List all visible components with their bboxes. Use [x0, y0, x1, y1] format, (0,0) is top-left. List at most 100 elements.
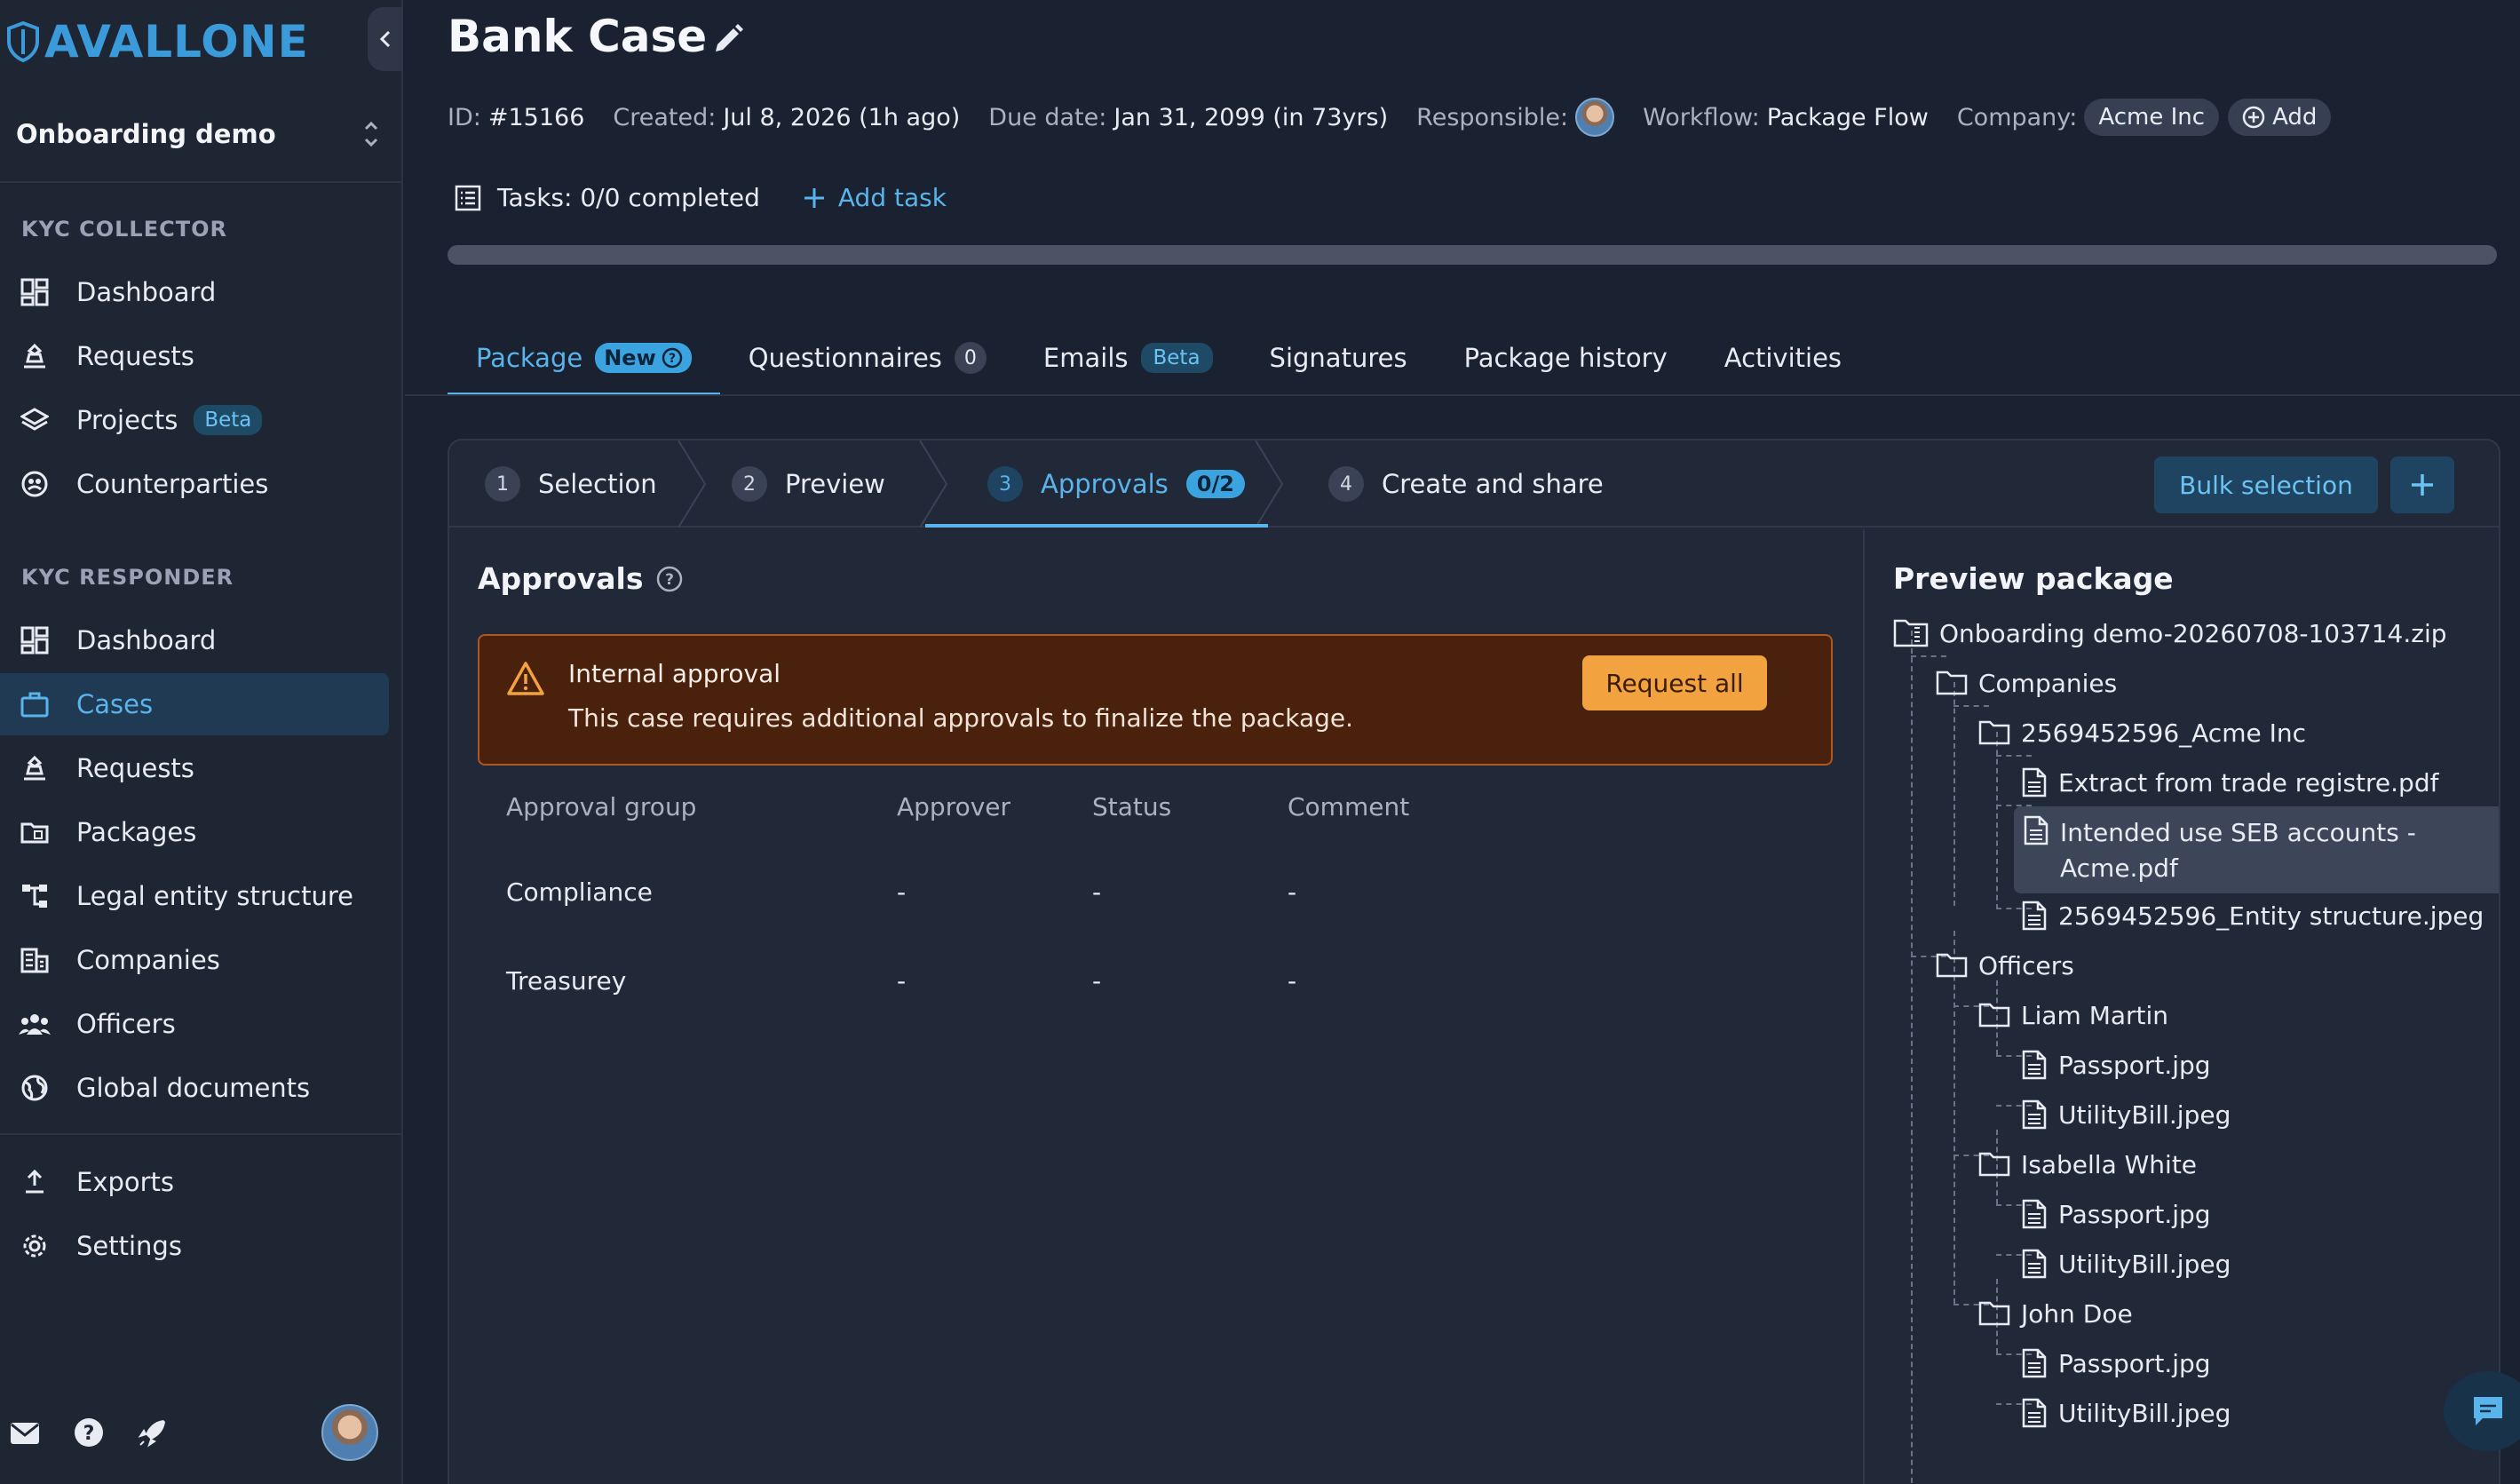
- user-avatar[interactable]: [321, 1404, 378, 1461]
- briefcase-icon: [18, 687, 52, 721]
- zip-folder-icon: [1893, 619, 1929, 647]
- tree-item-file[interactable]: UtilityBill.jpeg: [2021, 1391, 2231, 1435]
- add-button[interactable]: [2390, 456, 2454, 513]
- company-chip[interactable]: Acme Inc: [2084, 99, 2220, 136]
- tab-emails[interactable]: Emails Beta: [1015, 320, 1241, 396]
- alert-text: This case requires additional approvals …: [568, 703, 1353, 733]
- sidebar-item-label: Officers: [76, 1009, 176, 1039]
- add-task-button[interactable]: Add task: [803, 183, 947, 212]
- chevron-left-icon: [379, 30, 391, 48]
- tree-item-folder[interactable]: Isabella White: [1978, 1142, 2197, 1186]
- sidebar-item-collector-counterparties[interactable]: Counterparties: [0, 453, 389, 515]
- case-responsible: Responsible:: [1416, 98, 1615, 137]
- bulk-selection-button[interactable]: Bulk selection: [2154, 456, 2378, 513]
- tree-item-folder[interactable]: Liam Martin: [1978, 993, 2168, 1037]
- tree-connector: [1996, 755, 2032, 757]
- tree-item-file[interactable]: Passport.jpg: [2021, 1341, 2211, 1385]
- help-icon[interactable]: ?: [73, 1417, 105, 1448]
- brand-logo[interactable]: AVALLONE: [5, 16, 309, 67]
- sidebar-divider: [0, 181, 403, 183]
- sidebar-item-label: Global documents: [76, 1073, 311, 1103]
- status-cell: -: [1092, 966, 1102, 996]
- tree-connector: [1911, 631, 1913, 1484]
- folder-icon: [1978, 1152, 2010, 1177]
- svg-text:?: ?: [669, 352, 676, 366]
- file-icon: [2022, 1199, 2047, 1229]
- tab-signatures[interactable]: Signatures: [1241, 320, 1436, 396]
- case-tabs: Package New? Questionnaires 0 Emails Beta …: [448, 320, 1870, 396]
- sidebar-item-global-documents[interactable]: Global documents: [0, 1057, 389, 1119]
- approver-cell: -: [897, 877, 907, 907]
- tree-item-folder[interactable]: Companies: [1936, 661, 2117, 705]
- sidebar: AVALLONE Onboarding demo KYC COLLECTOR D…: [0, 0, 403, 1484]
- sidebar-item-label: Requests: [76, 753, 194, 783]
- upload-icon: [18, 1165, 52, 1199]
- sidebar-item-exports[interactable]: Exports: [0, 1151, 389, 1213]
- comment-cell: -: [1288, 966, 1297, 996]
- tab-package-history[interactable]: Package history: [1436, 320, 1696, 396]
- step-separator: [919, 440, 948, 528]
- chat-icon: [2474, 1397, 2502, 1425]
- tree-item-folder[interactable]: 2569452596_Acme Inc: [1978, 710, 2306, 755]
- column-header-approval-group: Approval group: [506, 792, 697, 821]
- sidebar-item-collector-requests[interactable]: Requests: [0, 325, 389, 387]
- add-company-button[interactable]: Add: [2228, 99, 2332, 136]
- file-icon: [2022, 1099, 2047, 1130]
- case-workflow: Workflow: Package Flow: [1643, 103, 1929, 131]
- tree-item-file[interactable]: UtilityBill.jpeg: [2021, 1092, 2231, 1137]
- tree-item-folder[interactable]: Officers: [1936, 943, 2074, 988]
- column-header-status: Status: [1092, 792, 1172, 821]
- building-icon: [18, 943, 52, 977]
- tab-questionnaires[interactable]: Questionnaires 0: [720, 320, 1015, 396]
- workspace-switcher[interactable]: Onboarding demo: [16, 112, 380, 156]
- sidebar-item-collector-dashboard[interactable]: Dashboard: [0, 261, 389, 323]
- sidebar-item-settings[interactable]: Settings: [0, 1215, 389, 1277]
- sidebar-item-label: Requests: [76, 341, 194, 371]
- sidebar-item-label: Exports: [76, 1167, 175, 1197]
- chevron-updown-icon: [364, 121, 378, 147]
- requests-icon: [18, 339, 52, 373]
- tree-item-file-selected[interactable]: Intended use SEB accounts - Acme.pdf: [2014, 806, 2499, 893]
- tree-item-file[interactable]: Passport.jpg: [2021, 1192, 2211, 1236]
- sidebar-item-label: Dashboard: [76, 277, 217, 307]
- dashboard-icon: [18, 275, 52, 309]
- sidebar-item-label: Packages: [76, 817, 197, 847]
- sidebar-item-officers[interactable]: Officers: [0, 993, 389, 1055]
- tree-item-folder[interactable]: John Doe: [1978, 1291, 2133, 1336]
- file-icon: [2022, 901, 2047, 931]
- help-circle-icon: ?: [662, 347, 683, 369]
- counterparties-icon: [18, 467, 52, 501]
- request-all-button[interactable]: Request all: [1582, 655, 1767, 710]
- new-badge: New?: [595, 343, 692, 373]
- sidebar-item-packages[interactable]: Packages: [0, 801, 389, 863]
- step-create-and-share[interactable]: 4 Create and share: [1328, 440, 1604, 528]
- help-circle-icon[interactable]: ?: [655, 565, 684, 593]
- step-preview[interactable]: 2 Preview: [732, 440, 885, 528]
- step-approvals[interactable]: 3 Approvals 0/2: [987, 440, 1245, 528]
- sidebar-item-cases[interactable]: Cases: [0, 673, 389, 735]
- mail-icon[interactable]: [9, 1420, 41, 1447]
- tree-item-file[interactable]: UtilityBill.jpeg: [2021, 1242, 2231, 1286]
- sidebar-item-responder-dashboard[interactable]: Dashboard: [0, 609, 389, 671]
- case-id: ID: #15166: [448, 103, 585, 131]
- tree-item-file[interactable]: 2569452596_Entity structure.jpeg: [2021, 893, 2484, 938]
- sidebar-item-companies[interactable]: Companies: [0, 929, 389, 991]
- sidebar-item-responder-requests[interactable]: Requests: [0, 737, 389, 799]
- tasks-row: Tasks: 0/0 completed Add task: [455, 183, 947, 212]
- folder-icon: [1978, 720, 2010, 745]
- sidebar-item-legal-entity-structure[interactable]: Legal entity structure: [0, 865, 389, 927]
- tree-item-file[interactable]: Passport.jpg: [2021, 1043, 2211, 1087]
- tab-package[interactable]: Package New?: [448, 320, 720, 396]
- approvals-section: Approvals ? Internal approval This case …: [449, 529, 1863, 1484]
- tree-item-root-zip[interactable]: Onboarding demo-20260708-103714.zip: [1893, 611, 2447, 655]
- tree-item-file[interactable]: Extract from trade registre.pdf: [2021, 760, 2438, 805]
- edit-icon[interactable]: [709, 20, 748, 59]
- responsible-avatar[interactable]: [1575, 98, 1615, 137]
- tab-activities[interactable]: Activities: [1696, 320, 1870, 396]
- rocket-icon[interactable]: [137, 1417, 169, 1448]
- approval-group-cell: Treasurey: [506, 966, 627, 996]
- file-icon: [2022, 1249, 2047, 1279]
- collapse-sidebar-button[interactable]: [368, 7, 403, 71]
- step-selection[interactable]: 1 Selection: [485, 440, 657, 528]
- sidebar-item-collector-projects[interactable]: Projects Beta: [0, 389, 389, 451]
